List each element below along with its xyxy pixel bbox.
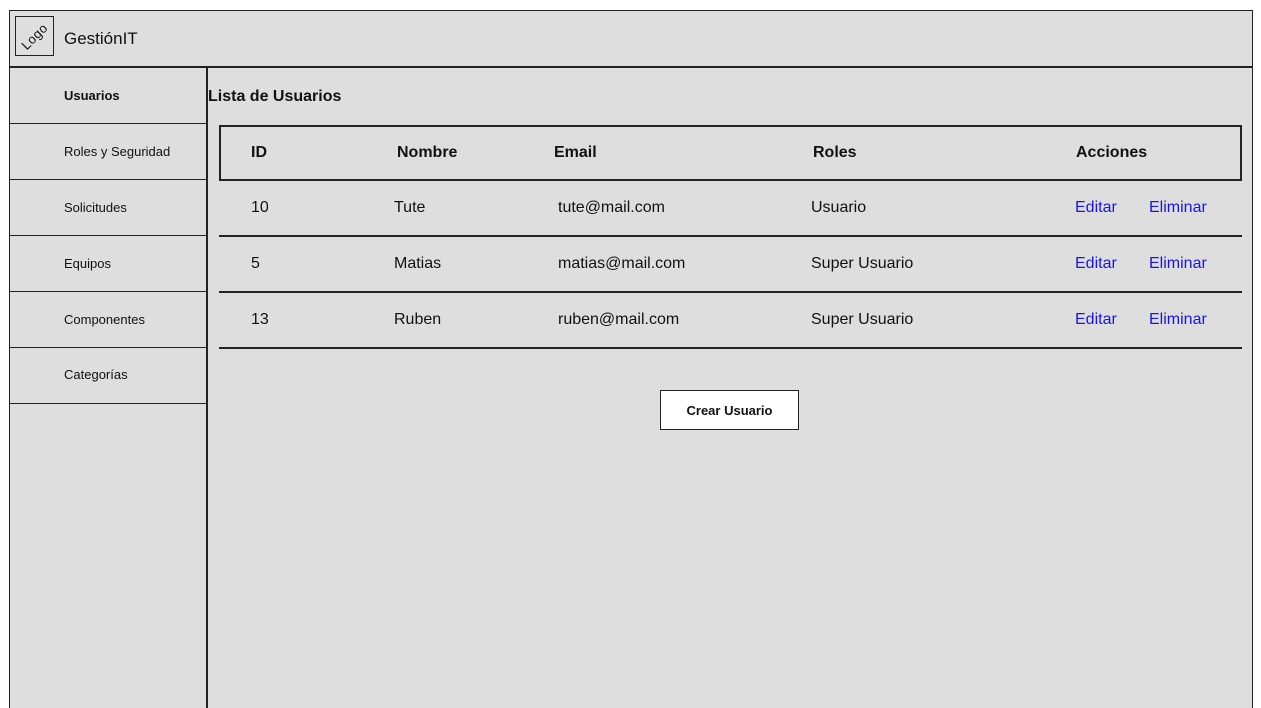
sidebar-item-usuarios[interactable]: Usuarios <box>10 68 206 124</box>
edit-link[interactable]: Editar <box>1075 199 1117 217</box>
table-row: 13 Ruben ruben@mail.com Super Usuario Ed… <box>219 293 1242 349</box>
edit-link[interactable]: Editar <box>1075 255 1117 273</box>
sidebar-item-roles-seguridad[interactable]: Roles y Seguridad <box>10 124 206 180</box>
table-row: 10 Tute tute@mail.com Usuario Editar Eli… <box>219 181 1242 237</box>
sidebar-item-label: Solicitudes <box>64 200 127 215</box>
cell-id: 5 <box>251 255 260 272</box>
sidebar-item-equipos[interactable]: Equipos <box>10 236 206 292</box>
column-header-roles: Roles <box>813 144 857 161</box>
delete-link[interactable]: Eliminar <box>1149 311 1207 329</box>
table-header: ID Nombre Email Roles Acciones <box>219 125 1242 181</box>
cell-email: matias@mail.com <box>558 255 686 272</box>
delete-link[interactable]: Eliminar <box>1149 199 1207 217</box>
sidebar: Usuarios Roles y Seguridad Solicitudes E… <box>10 68 208 708</box>
page-title: Lista de Usuarios <box>208 88 342 105</box>
column-header-id: ID <box>251 144 267 161</box>
create-user-button[interactable]: Crear Usuario <box>660 390 799 430</box>
cell-roles: Usuario <box>811 199 867 216</box>
column-header-acciones: Acciones <box>1076 144 1148 161</box>
sidebar-item-label: Roles y Seguridad <box>64 144 171 159</box>
logo-text: Logo <box>18 19 51 53</box>
cell-roles: Super Usuario <box>811 255 914 272</box>
top-header: Logo GestiónIT <box>10 11 1252 68</box>
sidebar-item-label: Usuarios <box>64 88 120 103</box>
sidebar-item-label: Componentes <box>64 312 145 327</box>
cell-id: 13 <box>251 311 269 328</box>
cell-roles: Super Usuario <box>811 311 914 328</box>
cell-nombre: Tute <box>394 199 426 216</box>
sidebar-item-label: Categorías <box>64 367 128 382</box>
cell-email: tute@mail.com <box>558 199 665 216</box>
cell-nombre: Ruben <box>394 311 442 328</box>
logo[interactable]: Logo <box>15 16 54 56</box>
sidebar-item-solicitudes[interactable]: Solicitudes <box>10 180 206 236</box>
delete-link[interactable]: Eliminar <box>1149 255 1207 273</box>
table-row: 5 Matias matias@mail.com Super Usuario E… <box>219 237 1242 293</box>
app-window: Logo GestiónIT Usuarios Roles y Segurida… <box>9 10 1253 708</box>
column-header-nombre: Nombre <box>397 144 458 161</box>
sidebar-item-componentes[interactable]: Componentes <box>10 292 206 348</box>
sidebar-item-categorias[interactable]: Categorías <box>10 348 206 404</box>
users-table: ID Nombre Email Roles Acciones 10 Tute t… <box>219 125 1242 349</box>
app-title: GestiónIT <box>64 29 138 48</box>
cell-email: ruben@mail.com <box>558 311 680 328</box>
main-content: Lista de Usuarios ID Nombre Email Roles … <box>208 68 1252 708</box>
sidebar-item-label: Equipos <box>64 256 111 271</box>
column-header-email: Email <box>554 144 597 161</box>
cell-nombre: Matias <box>394 255 442 272</box>
edit-link[interactable]: Editar <box>1075 311 1117 329</box>
cell-id: 10 <box>251 199 269 216</box>
